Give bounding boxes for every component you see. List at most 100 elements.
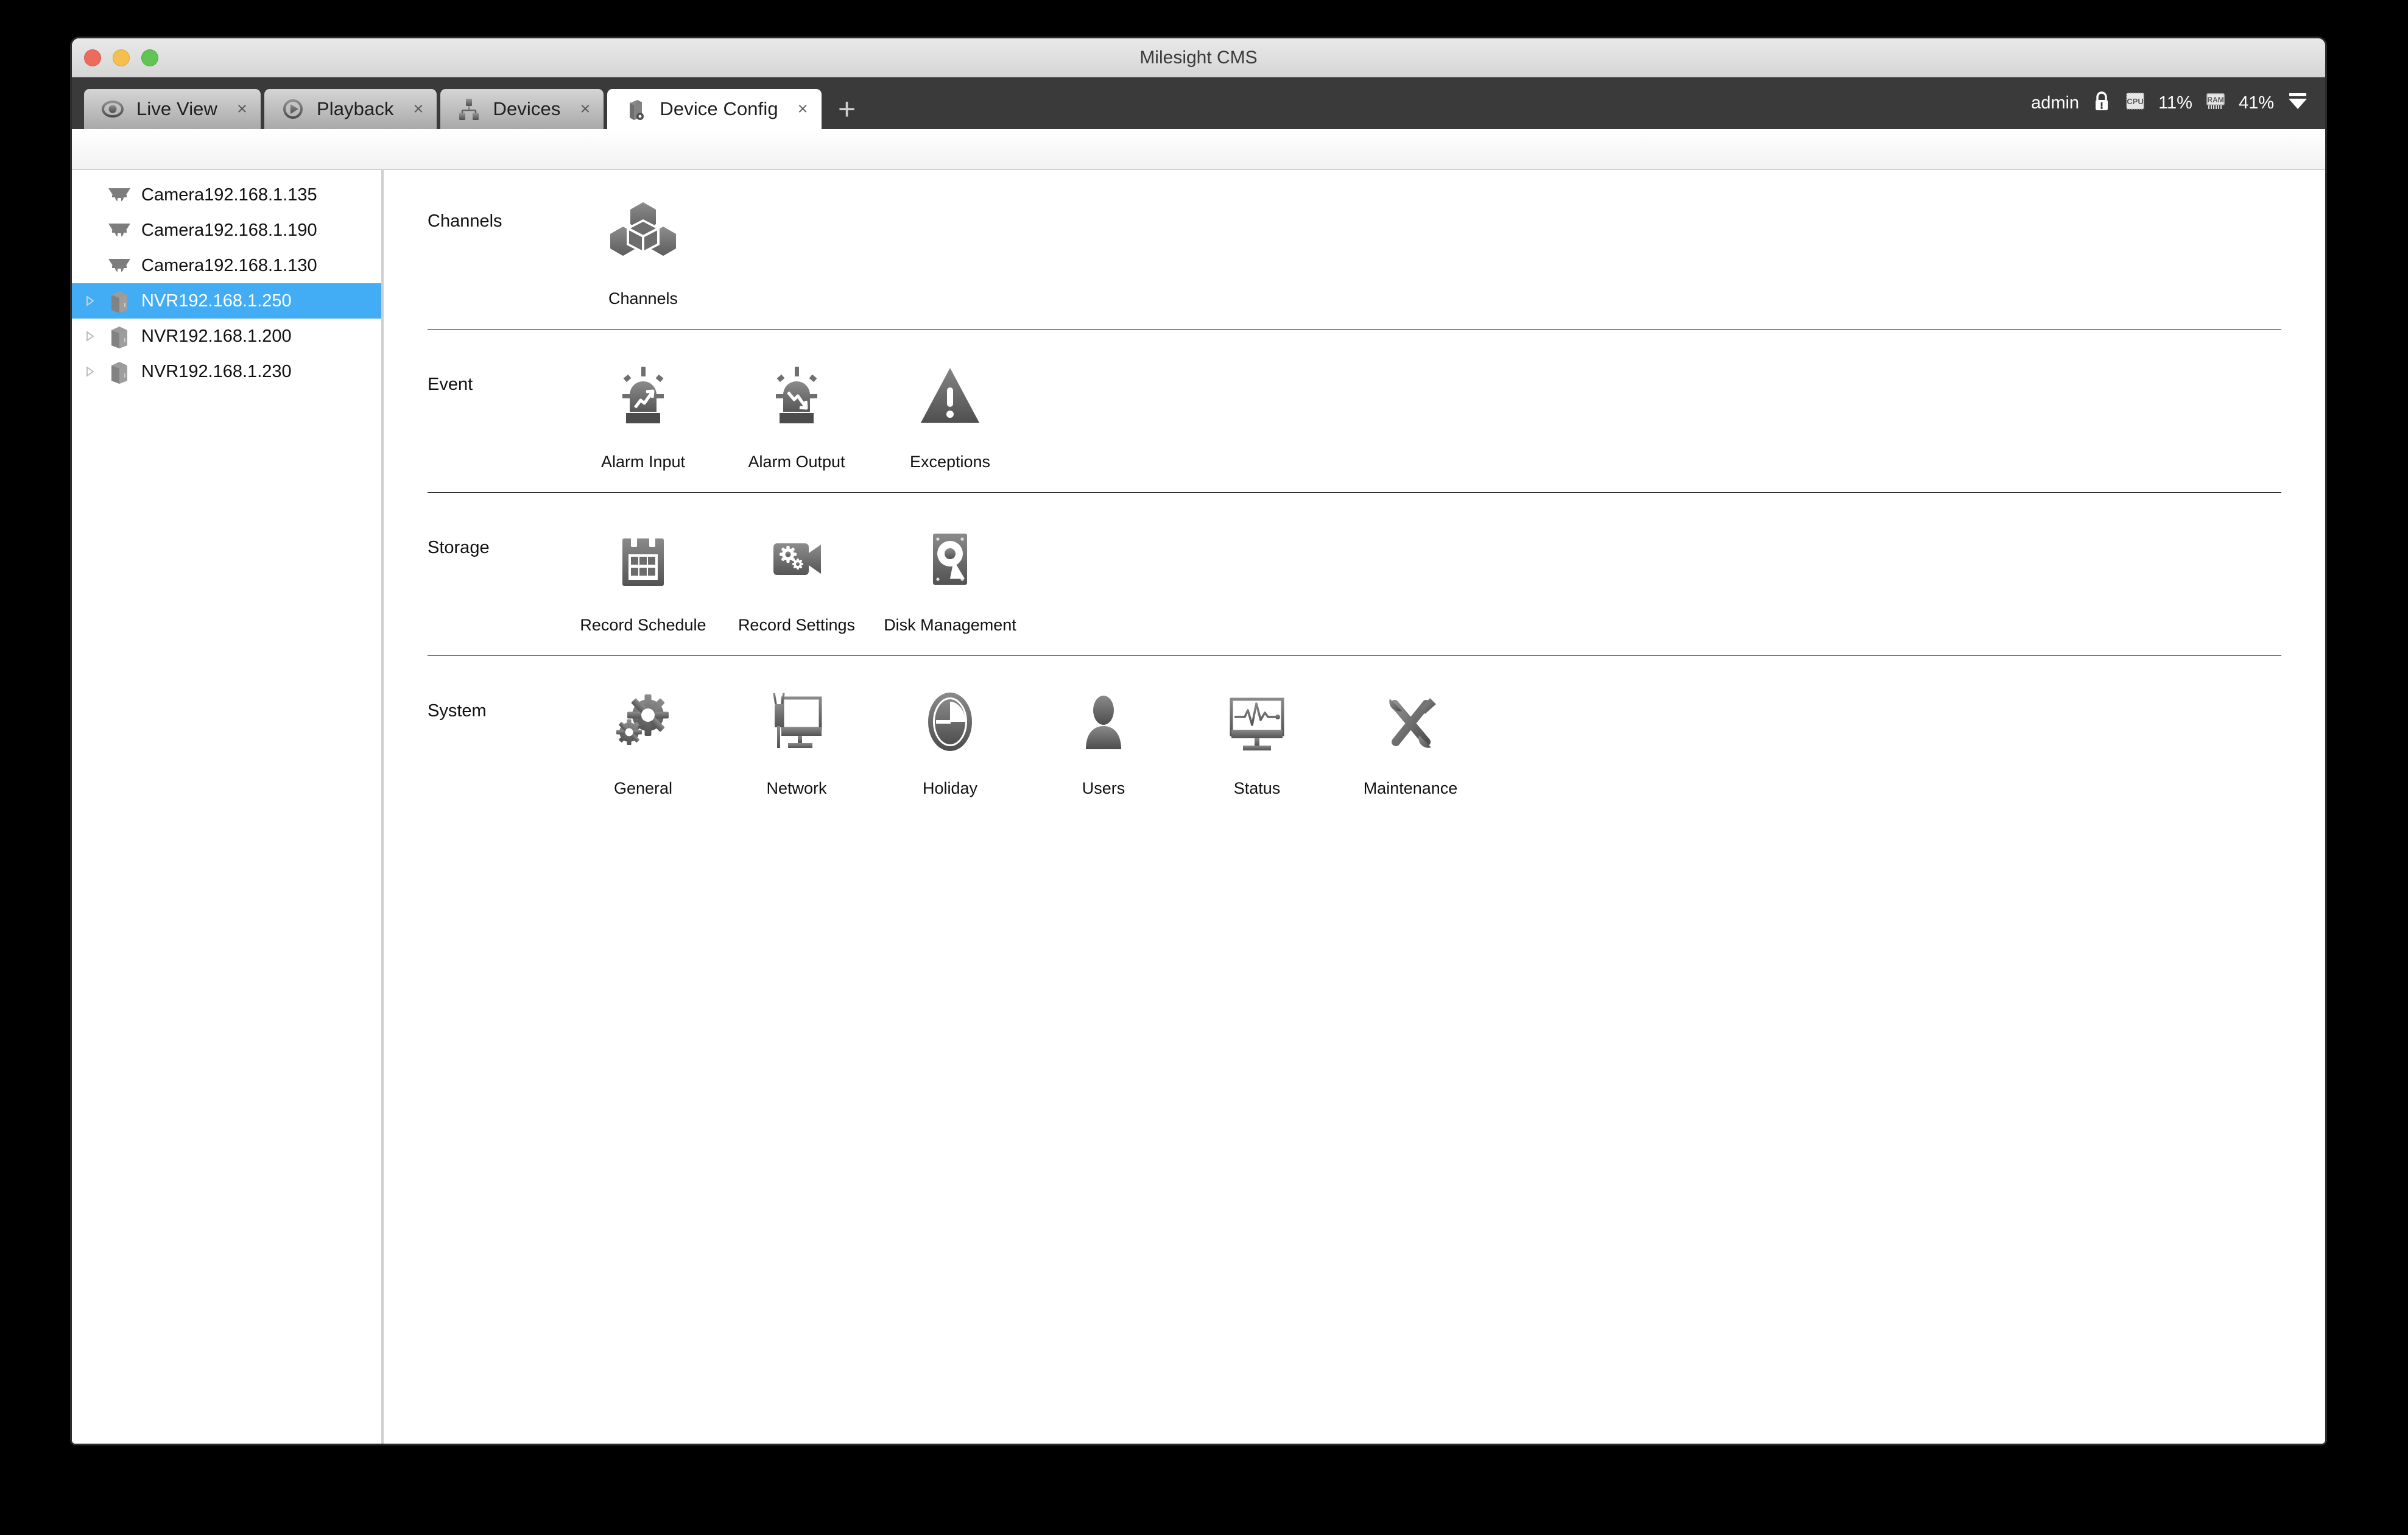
tab-label: Live View xyxy=(136,98,218,119)
sidebar-item-label: NVR192.168.1.230 xyxy=(141,361,292,381)
tile-label: Exceptions xyxy=(909,453,991,471)
alarm-input-siren-icon xyxy=(609,356,677,437)
title-bar: Milesight CMS xyxy=(72,38,2325,77)
tab-close-icon[interactable]: × xyxy=(414,100,424,118)
status-bar: admin CPU 11% RAM 41% xyxy=(2031,77,2309,129)
tile-group: General Network Holiday Users Status Mai… xyxy=(566,673,1487,798)
section-title: System xyxy=(428,701,487,721)
secondary-toolbar xyxy=(72,129,2325,170)
ram-icon: RAM xyxy=(2205,91,2227,116)
tile-alarm-input[interactable]: Alarm Input xyxy=(566,347,720,471)
tab-bar: Live View × Playback × Devices × Device … xyxy=(72,77,2325,129)
tile-group: Record Schedule Record Settings Disk Man… xyxy=(566,510,1027,635)
section-event: Event Alarm Input Alarm Output Exception… xyxy=(384,330,2325,492)
tile-exceptions[interactable]: Exceptions xyxy=(873,347,1027,471)
device-config-icon xyxy=(623,96,649,122)
alarm-output-siren-icon xyxy=(762,356,831,437)
eye-icon xyxy=(100,96,125,122)
main-body: Camera192.168.1.135 Camera192.168.1.190 xyxy=(72,170,2325,1444)
dropdown-triangle-icon[interactable] xyxy=(2286,91,2309,116)
tile-group: Alarm Input Alarm Output Exceptions xyxy=(566,347,1027,471)
clock-icon xyxy=(916,683,984,763)
tile-record-settings[interactable]: Record Settings xyxy=(720,510,873,635)
tile-label: Record Settings xyxy=(738,616,856,634)
camcorder-gear-icon xyxy=(762,520,831,600)
tile-label: Record Schedule xyxy=(580,616,706,634)
tab-device-config[interactable]: Device Config × xyxy=(607,89,822,129)
sidebar-item-label: Camera192.168.1.190 xyxy=(141,220,317,240)
tile-label: Network xyxy=(766,779,827,797)
tab-devices[interactable]: Devices × xyxy=(440,89,604,129)
play-circle-icon xyxy=(280,96,306,122)
tile-group: Channels xyxy=(566,183,720,308)
gears-icon xyxy=(609,683,677,763)
tile-label: Users xyxy=(1082,779,1125,797)
config-panel: Channels Channels Event Alarm Input Alar… xyxy=(384,170,2325,1444)
section-storage: Storage Record Schedule Record Settings … xyxy=(384,493,2325,655)
cpu-usage-value: 11% xyxy=(2158,93,2192,113)
tab-label: Devices xyxy=(493,98,561,119)
section-channels: Channels Channels xyxy=(384,170,2325,329)
nvr-icon xyxy=(104,288,135,314)
tile-disk-management[interactable]: Disk Management xyxy=(873,510,1027,635)
camera-icon xyxy=(104,255,135,276)
tab-close-icon[interactable]: × xyxy=(580,100,590,118)
sidebar-item-nvr-230[interactable]: NVR192.168.1.230 xyxy=(72,354,381,389)
svg-text:RAM: RAM xyxy=(2207,96,2223,104)
sidebar-item-label: Camera192.168.1.135 xyxy=(141,185,317,205)
tile-status[interactable]: Status xyxy=(1180,673,1334,798)
nvr-icon xyxy=(104,359,135,384)
camera-icon xyxy=(104,185,135,205)
tab-close-icon[interactable]: × xyxy=(237,100,247,118)
tab-label: Device Config xyxy=(660,98,778,119)
tile-label: Channels xyxy=(608,289,678,308)
expand-arrow-icon[interactable] xyxy=(77,330,104,342)
tile-label: Disk Management xyxy=(884,616,1016,634)
nvr-icon xyxy=(104,323,135,349)
sidebar-item-camera-190[interactable]: Camera192.168.1.190 xyxy=(72,213,381,248)
tab-live-view[interactable]: Live View × xyxy=(84,89,261,129)
window-title: Milesight CMS xyxy=(1139,48,1258,68)
cpu-icon: CPU xyxy=(2124,91,2146,116)
device-tree-sidebar: Camera192.168.1.135 Camera192.168.1.190 xyxy=(72,170,384,1444)
network-monitor-icon xyxy=(762,683,831,763)
tile-alarm-output[interactable]: Alarm Output xyxy=(720,347,873,471)
sidebar-item-camera-130[interactable]: Camera192.168.1.130 xyxy=(72,248,381,283)
tile-label: Status xyxy=(1233,779,1281,797)
section-title: Channels xyxy=(428,211,502,231)
tab-playback[interactable]: Playback × xyxy=(264,89,437,129)
tile-users[interactable]: Users xyxy=(1027,673,1180,798)
sidebar-item-label: NVR192.168.1.250 xyxy=(141,291,292,311)
section-system: System General Network Holiday Users Sta… xyxy=(384,656,2325,819)
tile-label: Holiday xyxy=(922,779,978,797)
app-window: Milesight CMS Live View × Playback × Dev… xyxy=(72,38,2325,1444)
tab-label: Playback xyxy=(316,98,394,119)
tile-maintenance[interactable]: Maintenance xyxy=(1334,673,1487,798)
current-user-label: admin xyxy=(2031,93,2080,113)
tile-record-schedule[interactable]: Record Schedule xyxy=(566,510,720,635)
sidebar-item-camera-135[interactable]: Camera192.168.1.135 xyxy=(72,177,381,213)
warning-triangle-icon xyxy=(916,356,984,437)
lock-icon[interactable] xyxy=(2091,90,2112,117)
sidebar-item-label: Camera192.168.1.130 xyxy=(141,255,317,275)
status-monitor-icon xyxy=(1223,683,1291,763)
user-icon xyxy=(1069,683,1138,763)
svg-text:CPU: CPU xyxy=(2127,97,2143,106)
tile-label: Maintenance xyxy=(1363,779,1458,797)
tile-holiday[interactable]: Holiday xyxy=(873,673,1027,798)
camera-icon xyxy=(104,220,135,241)
devices-icon xyxy=(456,96,482,122)
tile-channels[interactable]: Channels xyxy=(566,183,720,308)
expand-arrow-icon[interactable] xyxy=(77,295,104,307)
tab-close-icon[interactable]: × xyxy=(798,100,808,118)
tile-label: General xyxy=(613,779,673,797)
sidebar-item-nvr-200[interactable]: NVR192.168.1.200 xyxy=(72,319,381,354)
new-tab-button[interactable]: + xyxy=(825,89,869,129)
tile-network[interactable]: Network xyxy=(720,673,873,798)
tile-general[interactable]: General xyxy=(566,673,720,798)
channels-cubes-icon xyxy=(607,193,679,273)
sidebar-item-nvr-250[interactable]: NVR192.168.1.250 xyxy=(72,283,381,319)
expand-arrow-icon[interactable] xyxy=(77,365,104,378)
tile-label: Alarm Input xyxy=(600,453,686,471)
sidebar-item-label: NVR192.168.1.200 xyxy=(141,326,292,346)
